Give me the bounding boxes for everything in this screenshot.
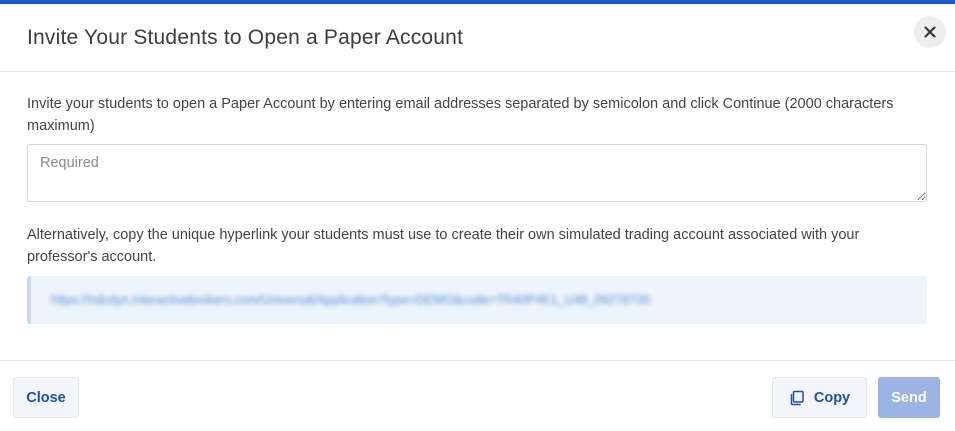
email-addresses-input[interactable] [27,144,927,202]
close-x-icon [924,26,936,38]
dialog-header: Invite Your Students to Open a Paper Acc… [0,4,955,72]
copy-button-label: Copy [813,389,851,406]
close-button[interactable]: Close [13,377,79,418]
dialog-footer: Close Copy Send [0,360,955,431]
send-button[interactable]: Send [878,377,940,418]
hyperlink-url[interactable]: https://ndcdyn.interactivebrokers.com/Un… [51,293,650,307]
close-x-button[interactable] [914,16,946,48]
copy-button[interactable]: Copy [772,377,867,418]
invite-instructions: Invite your students to open a Paper Acc… [27,96,894,134]
hyperlink-description: Alternatively, copy the unique hyperlink… [27,227,860,265]
dialog-title: Invite Your Students to Open a Paper Acc… [27,26,464,49]
hyperlink-box[interactable]: https://ndcdyn.interactivebrokers.com/Un… [27,276,927,324]
copy-icon [790,390,804,405]
